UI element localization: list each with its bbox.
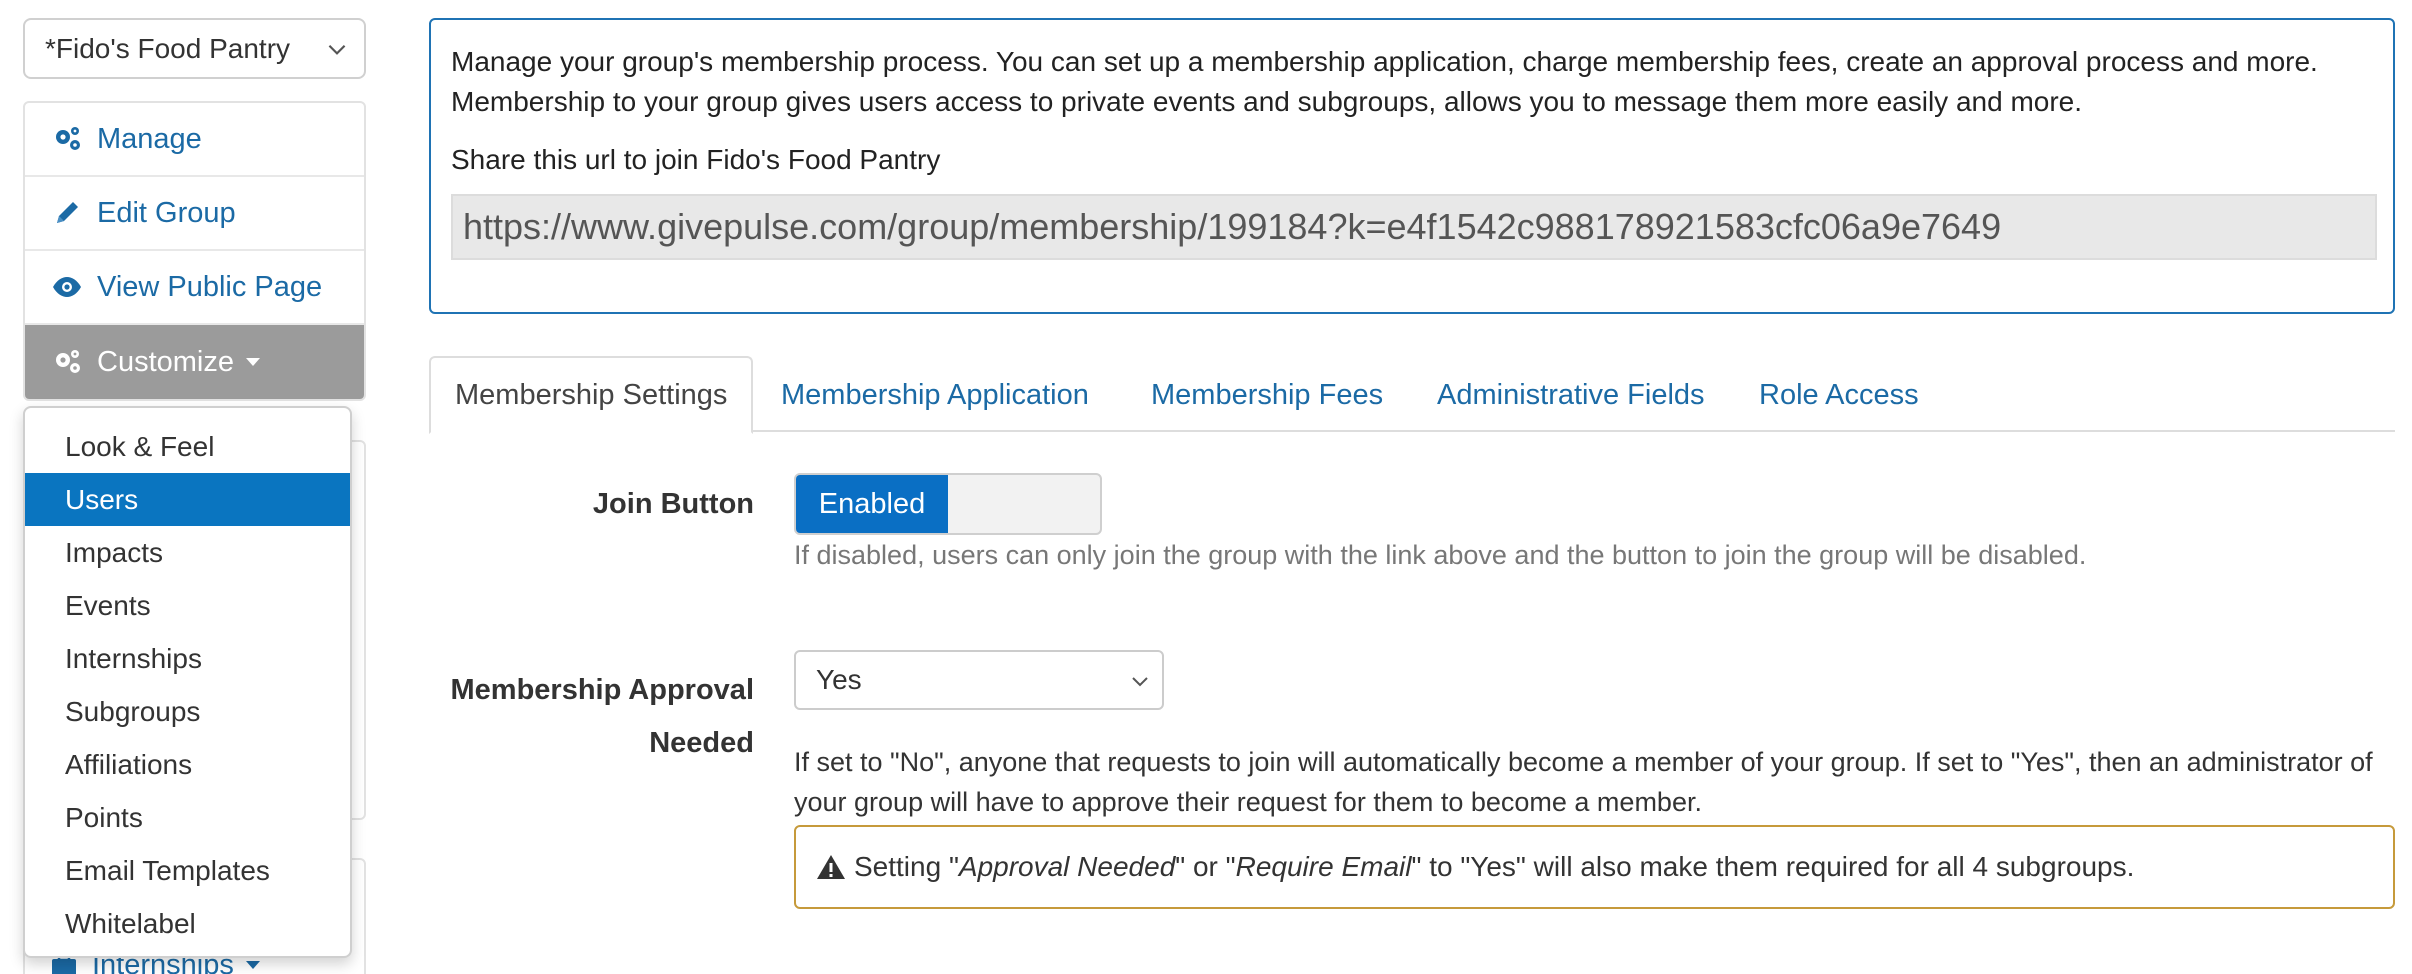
gears-icon — [56, 350, 80, 373]
caret-down-icon — [245, 961, 260, 969]
sidebar-item-label: Edit Group — [97, 196, 236, 229]
tab-administrative-fields[interactable]: Administrative Fields — [1437, 356, 1705, 434]
approval-select[interactable]: Yes — [794, 650, 1164, 710]
chevron-down-icon — [328, 44, 346, 55]
menu-item-email-templates[interactable]: Email Templates — [25, 844, 350, 897]
sidebar-nav: Manage Edit Group View Public Page Custo… — [23, 101, 366, 401]
membership-info-box: Manage your group's membership process. … — [429, 18, 2395, 314]
eye-icon — [53, 277, 81, 297]
sidebar-item-edit-group[interactable]: Edit Group — [25, 177, 364, 251]
chevron-down-icon — [1132, 677, 1148, 687]
menu-item-affiliations[interactable]: Affiliations — [25, 738, 350, 791]
approval-label-line1: Membership Approval — [450, 674, 754, 706]
approval-select-value: Yes — [816, 664, 862, 695]
join-button-toggle[interactable]: Enabled — [794, 473, 1102, 535]
sidebar-item-customize[interactable]: Customize — [25, 325, 364, 399]
approval-help: If set to "No", anyone that requests to … — [794, 747, 2373, 817]
sidebar-item-label: Customize — [97, 345, 234, 378]
membership-description: Manage your group's membership process. … — [451, 46, 2318, 117]
warning-icon — [817, 855, 845, 879]
sidebar-item-manage[interactable]: Manage — [25, 103, 364, 177]
membership-tabs: Membership Settings Membership Applicati… — [429, 356, 2395, 434]
group-select-value: *Fido's Food Pantry — [45, 32, 291, 64]
gears-icon — [56, 127, 80, 150]
require-email-term: Require Email — [1235, 851, 1412, 882]
tab-membership-application[interactable]: Membership Application — [781, 356, 1089, 434]
sidebar-item-label: View Public Page — [97, 270, 323, 303]
approval-label-line2: Needed — [649, 727, 754, 759]
caret-down-icon — [246, 358, 260, 366]
subgroup-warning: Setting "Approval Needed" or "Require Em… — [794, 825, 2395, 909]
menu-item-users[interactable]: Users — [25, 473, 350, 526]
group-select[interactable]: *Fido's Food Pantry — [23, 18, 366, 79]
warning-text: Setting "Approval Needed" or "Require Em… — [854, 851, 2135, 882]
approval-label: Membership Approval Needed — [429, 664, 754, 770]
join-button-help: If disabled, users can only join the gro… — [794, 540, 2087, 570]
pencil-icon — [57, 202, 78, 223]
share-url-label: Share this url to join Fido's Food Pantr… — [451, 144, 941, 175]
join-button-label: Join Button — [592, 488, 754, 520]
toggle-enabled-state: Enabled — [796, 475, 948, 533]
menu-item-points[interactable]: Points — [25, 791, 350, 844]
tab-role-access[interactable]: Role Access — [1759, 356, 1919, 434]
tab-membership-settings[interactable]: Membership Settings — [429, 356, 754, 434]
customize-dropdown-menu: Look & Feel Users Impacts Events Interns… — [23, 406, 352, 958]
sidebar-item-label: Manage — [97, 122, 202, 155]
menu-item-impacts[interactable]: Impacts — [25, 526, 350, 579]
sidebar-item-view-public-page[interactable]: View Public Page — [25, 251, 364, 325]
menu-item-look-feel[interactable]: Look & Feel — [25, 420, 350, 473]
tab-membership-fees[interactable]: Membership Fees — [1151, 356, 1383, 434]
menu-item-internships[interactable]: Internships — [25, 632, 350, 685]
share-url-field[interactable]: https://www.givepulse.com/group/membersh… — [451, 194, 2377, 260]
menu-item-subgroups[interactable]: Subgroups — [25, 685, 350, 738]
menu-item-whitelabel[interactable]: Whitelabel — [25, 897, 350, 950]
menu-item-events[interactable]: Events — [25, 579, 350, 632]
approval-needed-term: Approval Needed — [958, 851, 1176, 882]
